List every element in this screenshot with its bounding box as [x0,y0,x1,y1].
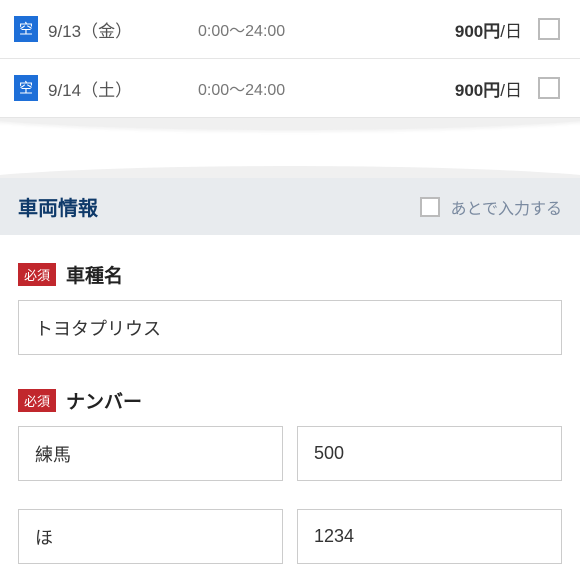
plate-region-input[interactable] [18,426,283,481]
car-model-input[interactable] [18,300,562,355]
required-badge: 必須 [18,263,56,286]
date-select-checkbox[interactable] [538,77,560,99]
vehicle-form: 必須 車種名 必須 ナンバー [0,235,580,578]
input-later-checkbox[interactable] [420,197,440,217]
car-model-label: 車種名 [66,261,123,288]
plate-label-row: 必須 ナンバー [18,387,562,414]
plate-number-input[interactable] [297,509,562,564]
section-title: 車両情報 [18,192,420,221]
plate-class-input[interactable] [297,426,562,481]
input-later-label: あとで入力する [450,195,562,219]
required-badge: 必須 [18,389,56,412]
date-text: 9/14（土） [48,76,198,101]
vacant-badge: 空 [14,16,38,42]
date-text: 9/13（金） [48,17,198,42]
time-text: 0:00～24:00 [198,76,455,100]
date-row: 空 9/13（金） 0:00～24:00 900円/日 [0,0,580,59]
content-gap-divider [0,118,580,178]
price-text: 900円/日 [455,76,522,101]
plate-grid [18,426,562,578]
plate-kana-input[interactable] [18,509,283,564]
car-model-label-row: 必須 車種名 [18,261,562,288]
price-text: 900円/日 [455,17,522,42]
date-row: 空 9/14（土） 0:00～24:00 900円/日 [0,59,580,118]
vacant-badge: 空 [14,75,38,101]
time-text: 0:00～24:00 [198,17,455,41]
vehicle-info-header: 車両情報 あとで入力する [0,178,580,235]
plate-label: ナンバー [66,387,142,414]
date-select-checkbox[interactable] [538,18,560,40]
